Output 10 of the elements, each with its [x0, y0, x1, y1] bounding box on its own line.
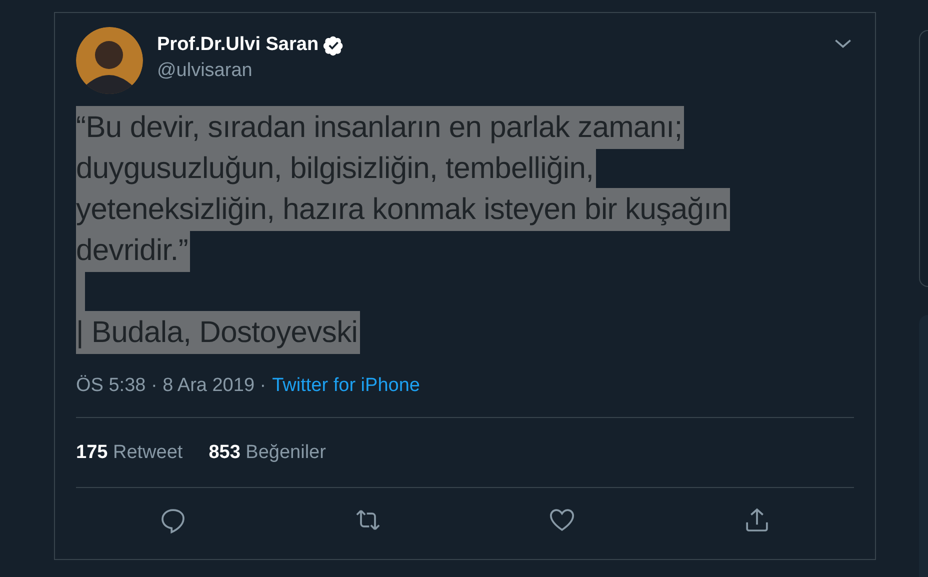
- attribution-text: | Budala, Dostoyevski: [76, 311, 360, 354]
- author-name[interactable]: Prof.Dr.Ulvi Saran: [157, 34, 319, 56]
- stat-link[interactable]: 853 Beğeniler: [208, 442, 326, 464]
- avatar-silhouette: [76, 27, 143, 94]
- source-link[interactable]: Twitter for iPhone: [272, 375, 420, 397]
- author-handle[interactable]: @ulvisaran: [157, 60, 832, 82]
- timestamp[interactable]: ÖS 5:38 · 8 Ara 2019 ·: [76, 375, 266, 397]
- stat-link[interactable]: 175 Retweet: [76, 442, 183, 464]
- reply-icon[interactable]: [159, 506, 188, 534]
- heart-icon[interactable]: [548, 506, 576, 534]
